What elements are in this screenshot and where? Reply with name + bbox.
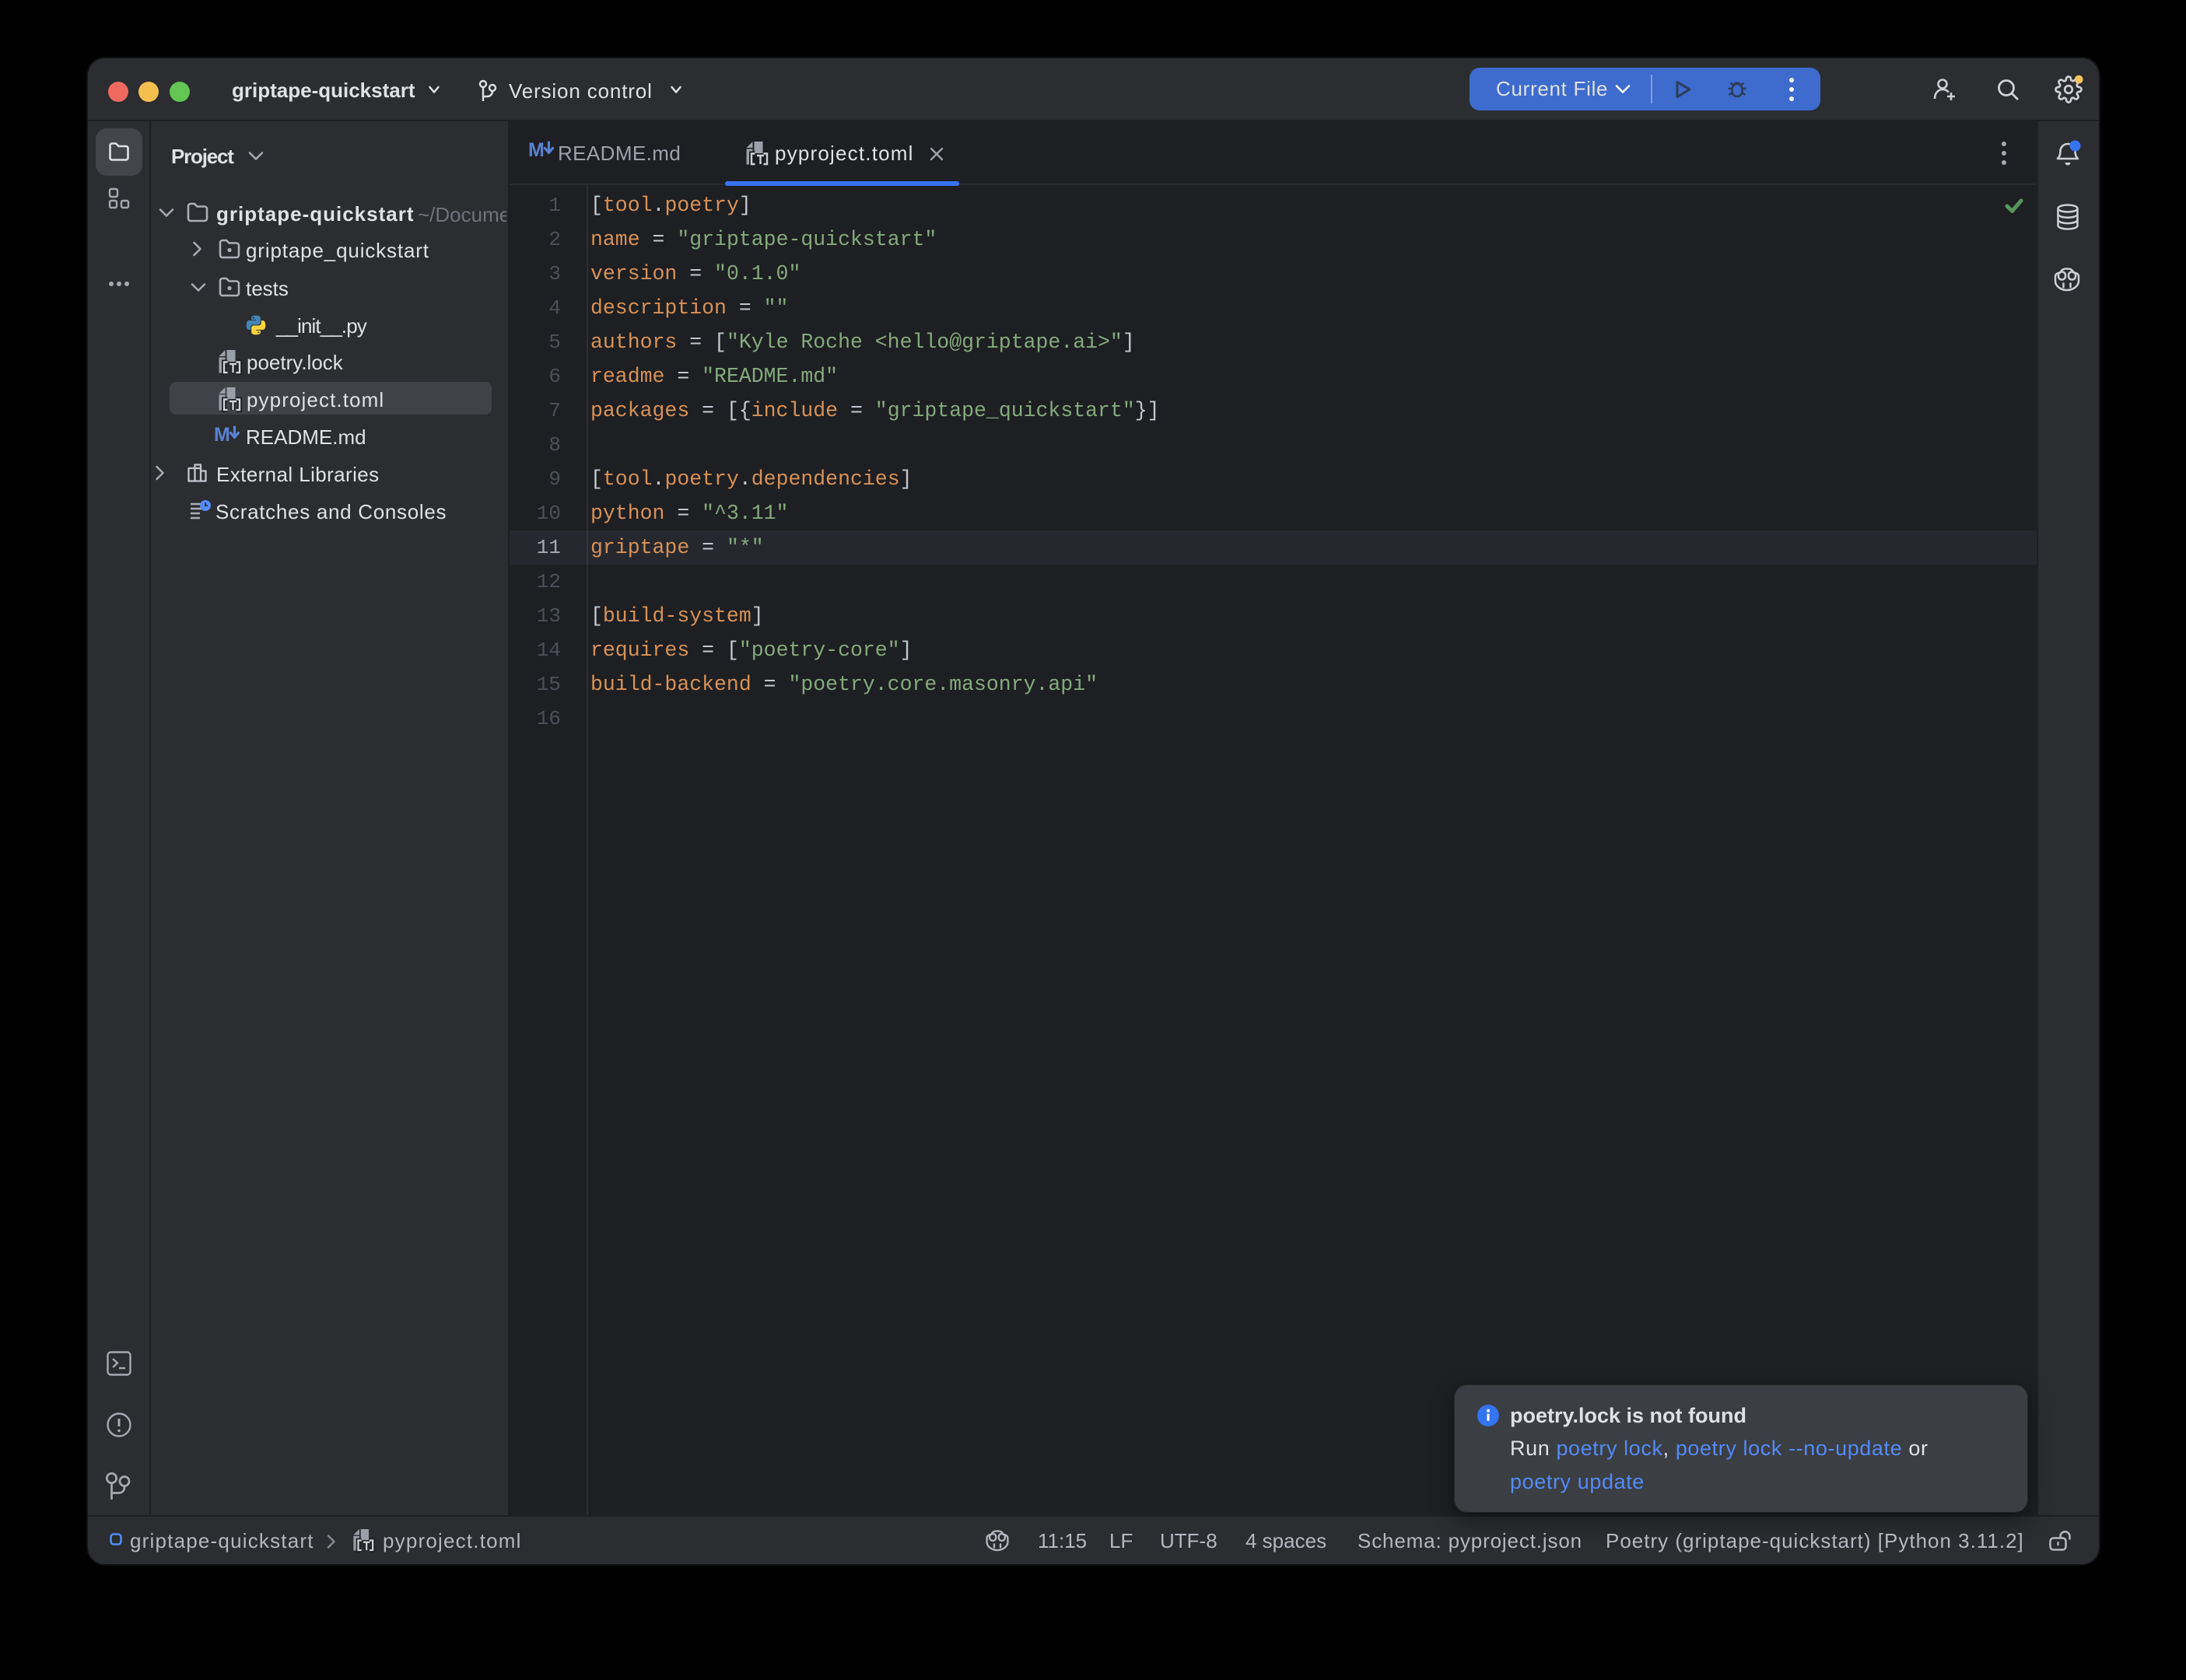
svg-text:M: M	[528, 139, 545, 161]
svg-text:M: M	[214, 424, 230, 446]
